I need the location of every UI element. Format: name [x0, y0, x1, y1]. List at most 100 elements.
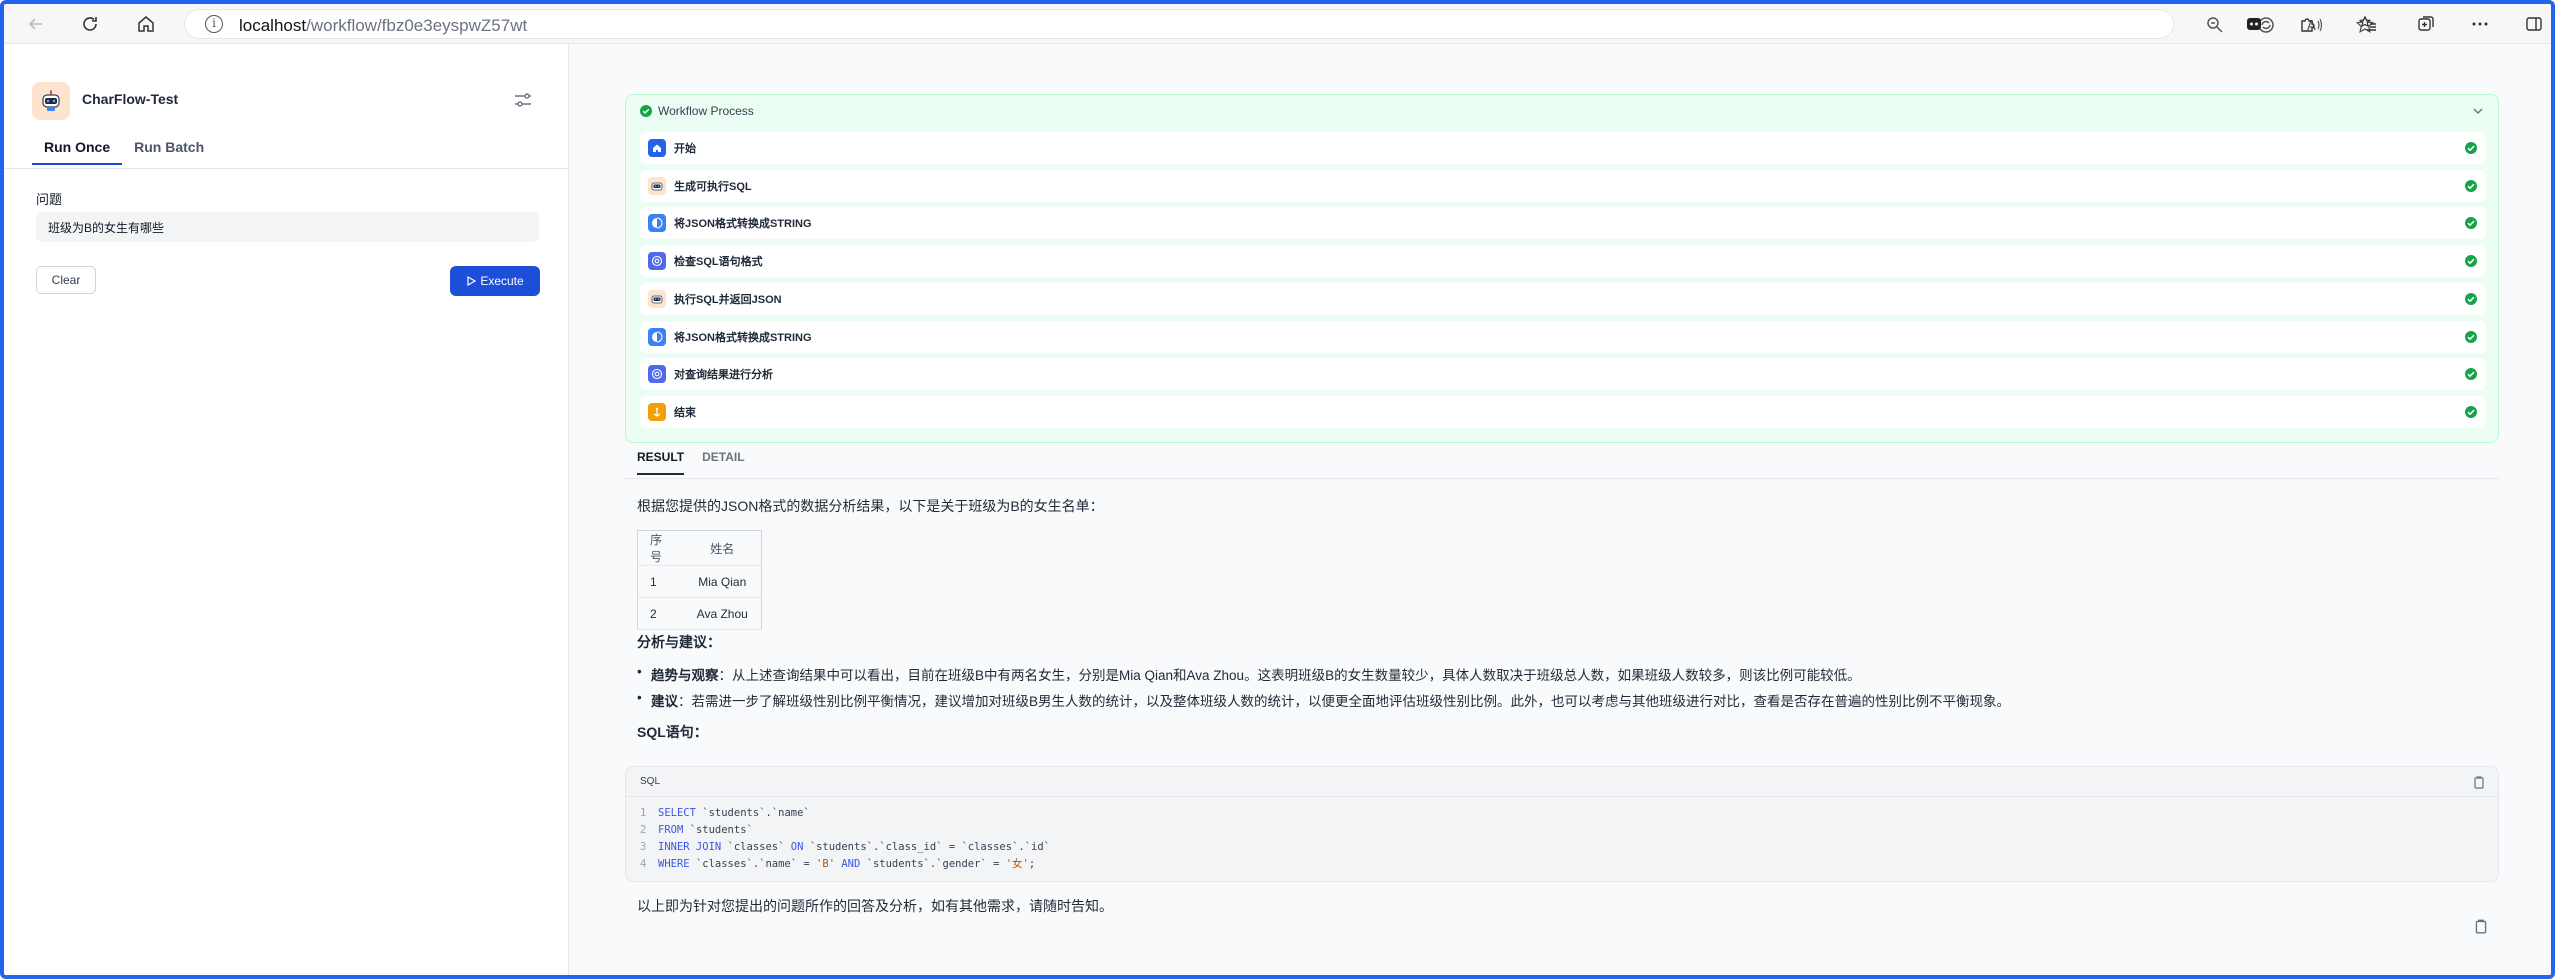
sql-keyword: INNER JOIN	[658, 841, 722, 853]
favorites-list-icon[interactable]	[2354, 10, 2382, 38]
workflow-node[interactable]: 结束	[640, 395, 2486, 428]
table-cell: 1	[637, 565, 684, 598]
run-mode-tabs: Run Once Run Batch	[32, 139, 216, 165]
tab-result[interactable]: RESULT	[637, 450, 685, 475]
bullet-text: ：若需进一步了解班级性别比例平衡情况，建议增加对班级B男生人数的统计，以及整体班…	[678, 694, 2011, 709]
sql-keyword: FROM	[658, 824, 684, 836]
workflow-node-label: 结束	[674, 406, 696, 419]
workflow-node[interactable]: 生成可执行SQL	[640, 169, 2486, 202]
extensions-puzzle-icon[interactable]	[2294, 10, 2322, 38]
divider	[625, 478, 2499, 479]
tab-run-once[interactable]: Run Once	[32, 139, 123, 165]
workflow-node-label: 生成可执行SQL	[674, 180, 752, 193]
sql-text: `classes`.`name` =	[689, 858, 817, 870]
check-circle-icon	[2465, 217, 2477, 230]
workflow-node-label: 执行SQL并返回JSON	[674, 293, 782, 306]
at-icon	[648, 365, 666, 384]
app-logo	[32, 82, 70, 120]
workflow-header[interactable]: Workflow Process	[640, 104, 754, 118]
table-cell: Ava Zhou	[683, 597, 762, 630]
bullet-text: ：从上述查询结果中可以看出，目前在班级B中有两名女生，分别是Mia Qian和A…	[718, 668, 1861, 683]
workflow-node[interactable]: 将JSON格式转换成STRING	[640, 207, 2486, 240]
home-icon[interactable]	[132, 10, 160, 38]
divider	[626, 796, 2498, 797]
result-intro: 根据您提供的JSON格式的数据分析结果，以下是关于班级为B的女生名单：	[637, 498, 1104, 514]
workflow-process-card: Workflow Process 开始生成可执行SQL 将JSON格式转换成STR…	[625, 94, 2499, 443]
code-line: 3 INNER JOIN `classes` ON `students`.`cla…	[640, 839, 1050, 856]
collections-icon[interactable]	[2412, 10, 2440, 38]
tab-run-batch[interactable]: Run Batch	[122, 139, 216, 165]
sql-keyword: WHERE	[658, 858, 690, 870]
line-number: 1	[640, 807, 647, 819]
code-line: 2 FROM `students`	[640, 822, 1050, 839]
zoom-icon[interactable]	[2201, 11, 2229, 39]
sql-string: '女'	[1005, 858, 1029, 870]
url-text[interactable]: localhost/workflow/fbz0e3eyspwZ57wt	[239, 16, 527, 36]
extension-app-icon[interactable]	[2240, 10, 2268, 38]
workflow-node[interactable]: 将JSON格式转换成STRING	[640, 320, 2486, 353]
execute-button[interactable]: Execute	[450, 266, 540, 296]
table-header-row: 序号 姓名	[637, 530, 762, 566]
divider	[4, 168, 568, 169]
url-path: /workflow/fbz0e3eyspwZ57wt	[306, 16, 528, 35]
tab-detail[interactable]: DETAIL	[702, 450, 744, 475]
question-input[interactable]	[36, 212, 539, 242]
back-icon[interactable]	[22, 10, 50, 38]
check-circle-icon	[2465, 405, 2477, 418]
check-circle-icon	[2465, 330, 2477, 343]
sql-text: `students`.`class_id` = `classes`.`id`	[803, 841, 1050, 853]
run-panel: CharFlow-Test Run Once Run Batch 问题 Clea…	[4, 44, 569, 975]
settings-sliders-icon[interactable]	[512, 90, 534, 110]
code-line: 4 WHERE `classes`.`name` = 'B' AND `stude…	[640, 856, 1050, 873]
chevron-down-icon[interactable]	[2472, 105, 2484, 117]
home-icon	[648, 139, 666, 157]
copy-icon[interactable]	[2472, 775, 2486, 789]
sql-text: `students`.`gender` =	[860, 858, 1006, 870]
sql-text: `students`	[683, 824, 753, 836]
table-header-cell: 姓名	[683, 530, 762, 566]
clear-button[interactable]: Clear	[36, 266, 96, 294]
check-circle-icon	[2465, 292, 2477, 305]
code-body: 1 SELECT `students`.`name` 2 FROM `student…	[640, 805, 1050, 873]
bullet-bold: 建议	[651, 694, 678, 709]
check-circle-icon	[640, 105, 652, 117]
info-icon[interactable]: i	[205, 15, 223, 33]
copy-icon[interactable]	[2473, 918, 2489, 934]
check-circle-icon	[2465, 368, 2477, 381]
sidebar-toggle-icon[interactable]	[2520, 10, 2548, 38]
check-circle-icon	[2465, 179, 2477, 192]
code-block: SQL 1 SELECT `students`.`name` 2 FROM `stu…	[625, 766, 2499, 882]
table-row: 2 Ava Zhou	[637, 597, 762, 630]
workflow-node[interactable]: 对查询结果进行分析	[640, 358, 2486, 391]
sql-heading: SQL语句：	[637, 724, 708, 740]
refresh-icon[interactable]	[76, 10, 104, 38]
more-menu-icon[interactable]	[2466, 10, 2494, 38]
sql-string: 'B'	[816, 858, 836, 870]
workflow-node[interactable]: 开始	[640, 132, 2486, 164]
code-line: 1 SELECT `students`.`name`	[640, 805, 1050, 822]
table-header-cell: 序号	[637, 530, 684, 566]
workflow-title: Workflow Process	[658, 104, 754, 118]
sql-text: `students`.`name`	[695, 807, 810, 819]
list-item: 趋势与观察：从上述查询结果中可以看出，目前在班级B中有两名女生，分别是Mia Q…	[637, 664, 1861, 684]
at-icon	[648, 252, 666, 271]
app-title: CharFlow-Test	[82, 91, 179, 107]
table-cell: Mia Qian	[683, 565, 762, 598]
execute-label: Execute	[480, 274, 524, 288]
workflow-node-label: 将JSON格式转换成STRING	[674, 331, 812, 344]
app-window: i localhost/workflow/fbz0e3eyspwZ57wt A	[0, 0, 2555, 979]
table-row: 1 Mia Qian	[637, 565, 762, 598]
url-host: localhost	[239, 16, 307, 35]
address-bar[interactable]: i localhost/workflow/fbz0e3eyspwZ57wt A	[184, 9, 2375, 39]
sql-keyword: SELECT	[658, 807, 696, 819]
workflow-node[interactable]: 执行SQL并返回JSON	[640, 282, 2486, 315]
workflow-node[interactable]: 检查SQL语句格式	[640, 245, 2486, 278]
workflow-node-label: 检查SQL语句格式	[674, 256, 763, 269]
robot-icon	[42, 90, 60, 111]
workflow-node-label: 将JSON格式转换成STRING	[674, 218, 812, 231]
code-icon	[648, 327, 666, 346]
line-number: 2	[640, 824, 647, 836]
sql-keyword: ON	[790, 841, 804, 853]
check-circle-icon	[2465, 255, 2477, 268]
check-circle-icon	[2465, 142, 2477, 154]
